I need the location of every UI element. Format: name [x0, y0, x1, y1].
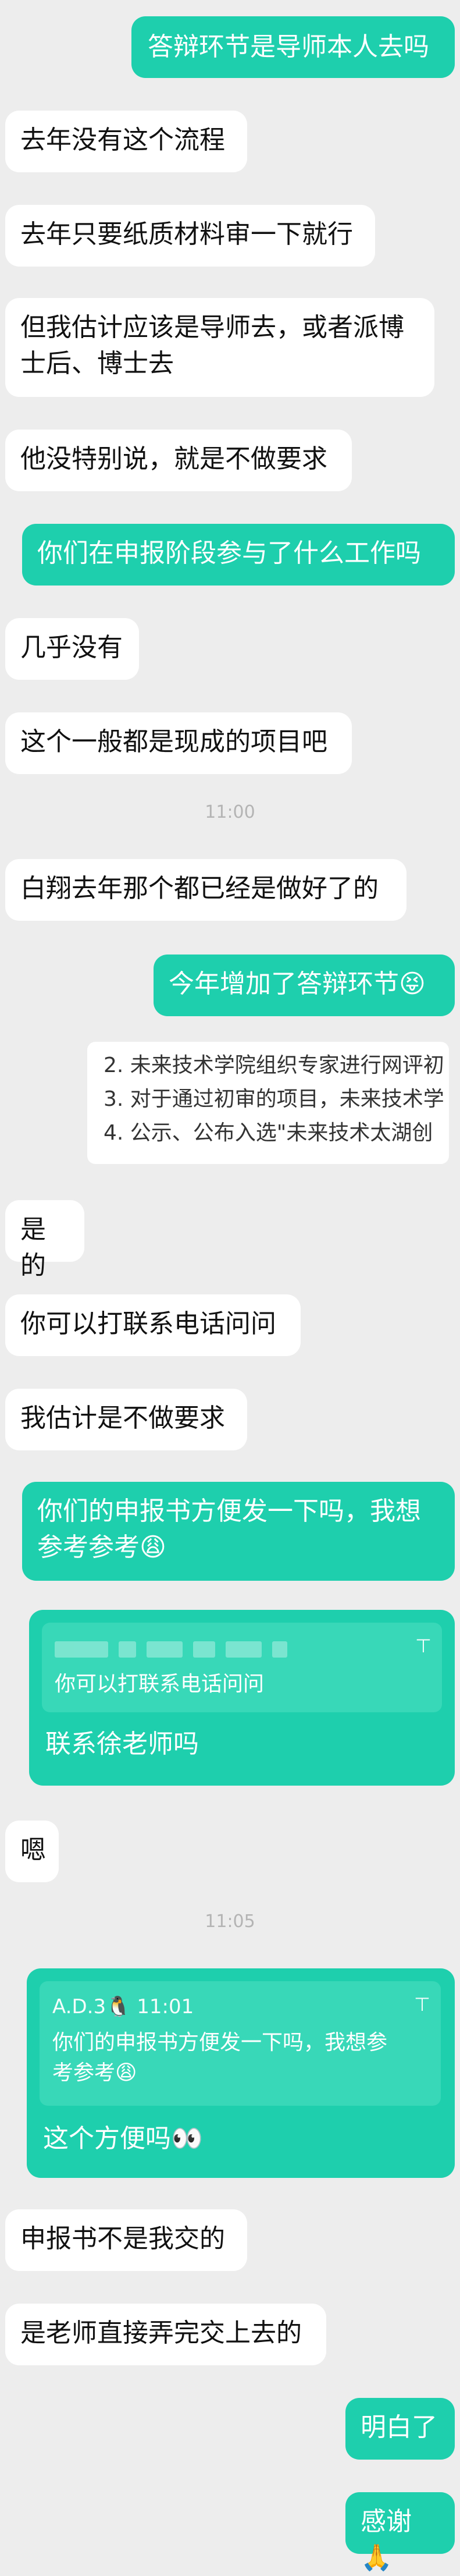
message-text: 是老师直接弄完交上去的 [20, 2318, 302, 2348]
timestamp: 11:05 [205, 1911, 255, 1932]
message-bubble[interactable]: 你们在申报阶段参与了什么工作吗 [22, 524, 455, 586]
quoted-message[interactable]: 你可以打联系电话问问 ⊤ [42, 1623, 442, 1712]
message-text: 今年增加了答辩环节😝 [169, 969, 426, 999]
message-bubble[interactable]: 我估计是不做要求 [5, 1389, 247, 1450]
attachment-line: 4. 公示、公布入选"未来技术太湖创 [104, 1121, 433, 1145]
chat-area[interactable]: 答辩环节是导师本人去吗 去年没有这个流程 去年只要纸质材料审一下就行 但我估计应… [0, 0, 460, 2573]
message-bubble[interactable]: 你可以打联系电话问问 [5, 1294, 301, 1356]
message-text: 他没特别说，就是不做要求 [20, 444, 327, 474]
message-bubble[interactable]: 申报书不是我交的 [5, 2209, 247, 2271]
message-bubble[interactable]: 是的 [5, 1200, 84, 1280]
message-bubble[interactable]: 今年增加了答辩环节😝 [154, 955, 455, 1016]
image-attachment[interactable]: 2. 未来技术学院组织专家进行网评初 3. 对于通过初审的项目，未来技术学 4.… [87, 1042, 449, 1164]
quoted-author: A.D.3🐧 11:01 [52, 1995, 194, 2018]
quoted-author-redacted [55, 1633, 429, 1663]
quote-jump-icon[interactable]: ⊤ [414, 1989, 430, 2020]
message-bubble[interactable]: 你们的申报书方便发一下吗，我想 参考参考😩 [22, 1482, 455, 1581]
message-text: 感谢🙏 [361, 2507, 412, 2573]
quoted-text-line: 考参考😩 [52, 2061, 137, 2085]
message-text: 是的 [20, 1215, 46, 1280]
message-bubble[interactable]: 几乎没有 [5, 618, 139, 680]
message-text: 你们在申报阶段参与了什么工作吗 [37, 538, 421, 568]
message-text: 这个一般都是现成的项目吧 [20, 727, 327, 757]
message-bubble[interactable]: 是老师直接弄完交上去的 [5, 2304, 326, 2365]
message-bubble[interactable]: 他没特别说，就是不做要求 [5, 430, 352, 491]
message-bubble[interactable]: 但我估计应该是导师去，或者派博 士后、博士去 [5, 298, 434, 397]
message-text: 申报书不是我交的 [20, 2224, 225, 2254]
message-bubble[interactable]: 去年只要纸质材料审一下就行 [5, 205, 375, 267]
message-bubble[interactable]: 答辩环节是导师本人去吗 [131, 16, 455, 78]
quoted-text-line: 你们的申报书方便发一下吗，我想参 [52, 2031, 388, 2055]
quote-jump-icon[interactable]: ⊤ [415, 1631, 432, 1661]
reply-text: 联系徐老师吗 [45, 1729, 199, 1759]
message-text: 明白了 [361, 2412, 437, 2442]
message-bubble[interactable]: 感谢🙏 [345, 2492, 455, 2573]
quoted-text: 你可以打联系电话问问 [55, 1672, 265, 1696]
message-text: 你可以打联系电话问问 [20, 1309, 276, 1339]
attachment-line: 3. 对于通过初审的项目，未来技术学 [104, 1087, 444, 1111]
attachment-line: 2. 未来技术学院组织专家进行网评初 [104, 1053, 444, 1077]
message-text-line: 士后、博士去 [20, 349, 174, 378]
message-text: 白翔去年那个都已经是做好了的 [20, 874, 379, 903]
message-text: 几乎没有 [20, 633, 123, 662]
message-text: 去年没有这个流程 [20, 125, 225, 155]
message-bubble[interactable]: 白翔去年那个都已经是做好了的 [5, 859, 406, 921]
message-text: 我估计是不做要求 [20, 1403, 225, 1433]
reply-message-bubble[interactable]: A.D.3🐧 11:01 你们的申报书方便发一下吗，我想参 考参考😩 ⊤ 这个方… [27, 1968, 455, 2178]
message-text-line: 你们的申报书方便发一下吗，我想 [37, 1496, 421, 1526]
reply-message-bubble[interactable]: 你可以打联系电话问问 ⊤ 联系徐老师吗 [29, 1610, 455, 1786]
message-text: 嗯 [20, 1835, 46, 1865]
message-text-line: 参考参考😩 [37, 1532, 166, 1562]
message-bubble[interactable]: 去年没有这个流程 [5, 111, 247, 172]
message-text: 去年只要纸质材料审一下就行 [20, 219, 353, 249]
message-bubble[interactable]: 这个一般都是现成的项目吧 [5, 712, 352, 774]
timestamp: 11:00 [205, 802, 255, 822]
reply-text: 这个方便吗👀 [43, 2124, 203, 2153]
quoted-message[interactable]: A.D.3🐧 11:01 你们的申报书方便发一下吗，我想参 考参考😩 ⊤ [40, 1981, 441, 2106]
message-text: 答辩环节是导师本人去吗 [148, 32, 429, 62]
message-bubble[interactable]: 明白了 [345, 2398, 455, 2460]
message-text-line: 但我估计应该是导师去，或者派博 [20, 313, 404, 342]
message-bubble[interactable]: 嗯 [5, 1821, 59, 1882]
